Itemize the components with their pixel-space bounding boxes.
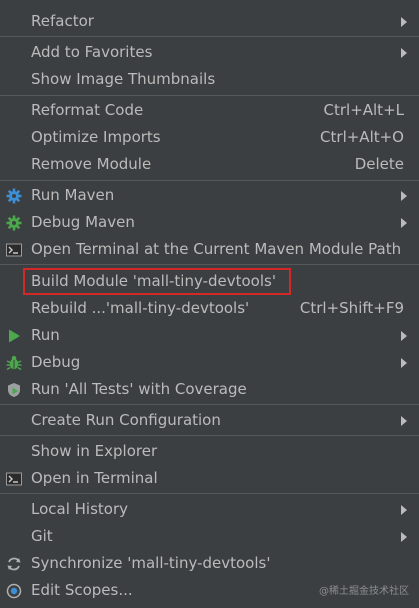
menu-item-label: Edit Scopes... [31, 581, 133, 599]
submenu-arrow-icon [401, 331, 407, 341]
menu-item-reformat-code[interactable]: Reformat Code Ctrl+Alt+L [0, 97, 419, 124]
submenu-arrow-icon [401, 17, 407, 27]
menu-item-label: Optimize Imports [31, 128, 161, 146]
separator [0, 404, 419, 405]
gear-bug-icon [6, 215, 22, 231]
scope-icon [6, 583, 22, 599]
shortcut-label: Delete [354, 155, 404, 173]
menu-item-label: Run Maven [31, 186, 115, 204]
menu-item-show-in-explorer[interactable]: Show in Explorer [0, 438, 419, 465]
shortcut-label: Ctrl+Shift+F9 [299, 299, 404, 317]
sync-icon [6, 556, 22, 572]
menu-item-open-terminal-maven[interactable]: Open Terminal at the Current Maven Modul… [0, 236, 419, 263]
menu-item-label: Reformat Code [31, 101, 144, 119]
menu-item-git[interactable]: Git [0, 523, 419, 550]
submenu-arrow-icon [401, 416, 407, 426]
menu-item-create-run-configuration[interactable]: Create Run Configuration [0, 407, 419, 434]
menu-item-rebuild[interactable]: Rebuild ...'mall-tiny-devtools' Ctrl+Shi… [0, 295, 419, 322]
menu-item-label: Add to Favorites [31, 43, 153, 61]
menu-item-label: Show Image Thumbnails [31, 70, 216, 88]
menu-item-label: Run 'All Tests' with Coverage [31, 380, 247, 398]
shortcut-label: Ctrl+Alt+L [323, 101, 405, 119]
menu-item-debug[interactable]: Debug [0, 349, 419, 376]
submenu-arrow-icon [401, 505, 407, 515]
submenu-arrow-icon [401, 48, 407, 58]
menu-item-label: Run [31, 326, 60, 344]
menu-item-add-to-favorites[interactable]: Add to Favorites [0, 39, 419, 66]
separator [0, 36, 419, 37]
separator [0, 95, 419, 96]
context-menu: Refactor Add to Favorites Show Image Thu… [0, 0, 419, 608]
menu-item-optimize-imports[interactable]: Optimize Imports Ctrl+Alt+O [0, 124, 419, 151]
menu-item-run[interactable]: Run [0, 322, 419, 349]
menu-item-run-coverage[interactable]: Run 'All Tests' with Coverage [0, 376, 419, 403]
menu-item-remove-module[interactable]: Remove Module Delete [0, 151, 419, 178]
bug-icon [6, 355, 22, 371]
menu-item-label: Open in Terminal [31, 469, 158, 487]
menu-item-debug-maven[interactable]: Debug Maven [0, 209, 419, 236]
submenu-arrow-icon [401, 358, 407, 368]
separator [0, 435, 419, 436]
menu-item-label: Create Run Configuration [31, 411, 221, 429]
menu-item-label: Debug [31, 353, 81, 371]
submenu-arrow-icon [401, 532, 407, 542]
menu-item-open-in-terminal[interactable]: Open in Terminal [0, 465, 419, 492]
menu-item-label: Git [31, 527, 53, 545]
separator [0, 180, 419, 181]
separator [0, 264, 419, 265]
menu-item-show-image-thumbnails[interactable]: Show Image Thumbnails [0, 66, 419, 93]
menu-item-synchronize[interactable]: Synchronize 'mall-tiny-devtools' [0, 550, 419, 577]
highlight-box [23, 268, 291, 295]
play-icon [6, 328, 22, 344]
menu-item-refactor[interactable]: Refactor [0, 8, 419, 35]
submenu-arrow-icon [401, 218, 407, 228]
menu-item-label: Remove Module [31, 155, 152, 173]
menu-item-label: Refactor [31, 12, 94, 30]
terminal-icon [6, 471, 22, 487]
gear-icon [6, 188, 22, 204]
terminal-icon [6, 242, 22, 258]
menu-item-label: Rebuild ...'mall-tiny-devtools' [31, 299, 250, 317]
menu-item-label: Local History [31, 500, 129, 518]
menu-item-label: Show in Explorer [31, 442, 158, 460]
shortcut-label: Ctrl+Alt+O [320, 128, 404, 146]
coverage-icon [6, 382, 22, 398]
menu-item-label: Open Terminal at the Current Maven Modul… [31, 240, 402, 258]
watermark: @稀土掘金技术社区 [319, 586, 409, 597]
submenu-arrow-icon [401, 191, 407, 201]
separator [0, 493, 419, 494]
menu-item-label: Synchronize 'mall-tiny-devtools' [31, 554, 271, 572]
menu-item-run-maven[interactable]: Run Maven [0, 182, 419, 209]
menu-item-label: Debug Maven [31, 213, 135, 231]
menu-item-local-history[interactable]: Local History [0, 496, 419, 523]
